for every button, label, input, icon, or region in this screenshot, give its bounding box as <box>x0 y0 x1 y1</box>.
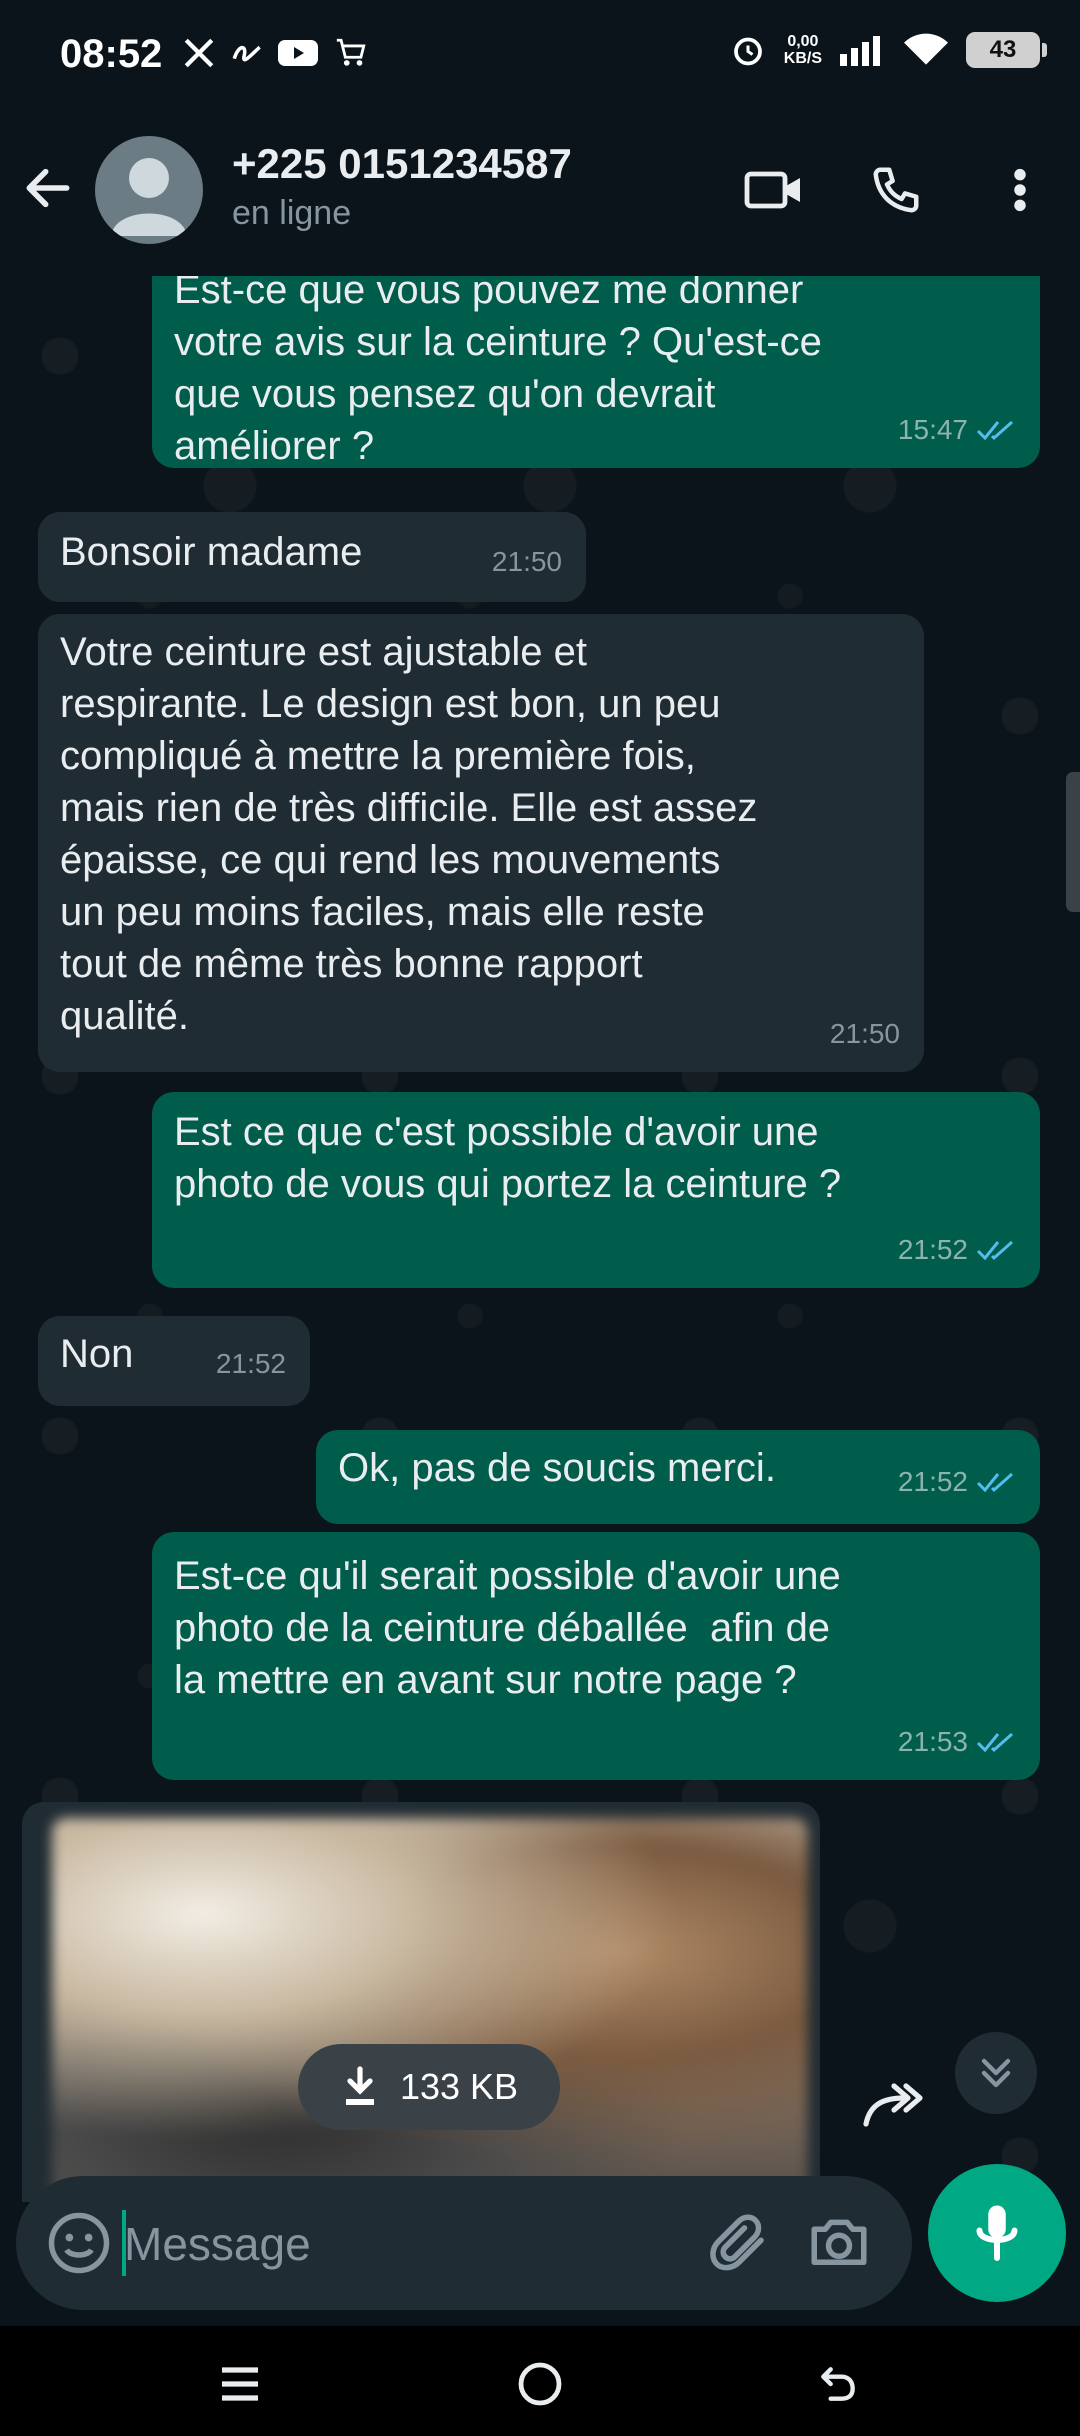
message-text: Bonsoir madame <box>60 530 363 574</box>
scroll-to-bottom-button[interactable] <box>955 2032 1037 2114</box>
menu-icon <box>222 2367 258 2401</box>
avatar[interactable] <box>95 136 203 244</box>
video-call-icon <box>744 171 800 209</box>
read-ticks-icon <box>976 1472 1013 1493</box>
image-message-bubble[interactable] <box>22 1802 820 2202</box>
message-meta: 21:50 <box>492 536 562 588</box>
netspeed-value: 0,00 <box>787 33 819 50</box>
read-ticks-icon <box>976 1732 1013 1753</box>
attachment-icon[interactable] <box>706 2210 772 2276</box>
video-call-button[interactable] <box>742 158 806 222</box>
message-bubble-outgoing[interactable]: Est-ce que vous pouvez me donner votre a… <box>152 276 1040 468</box>
x-app-icon <box>184 38 214 68</box>
message-bubble-incoming[interactable]: Non 21:52 <box>38 1316 310 1406</box>
download-button[interactable]: 133 KB <box>298 2044 560 2130</box>
message-input[interactable] <box>122 2206 686 2282</box>
microphone-icon <box>976 2205 1018 2261</box>
download-icon <box>345 2066 374 2105</box>
wifi-icon <box>904 33 948 65</box>
emoji-icon[interactable] <box>46 2210 112 2276</box>
message-bubble-outgoing[interactable]: Ok, pas de soucis merci. 21:52 <box>316 1430 1040 1524</box>
more-options-icon <box>1014 168 1026 212</box>
message-bubble-outgoing[interactable]: Est-ce qu'il serait possible d'avoir une… <box>152 1532 1040 1780</box>
message-meta: 15:47 <box>898 404 1016 456</box>
message-meta: 21:53 <box>898 1716 1016 1768</box>
message-time: 21:52 <box>897 1466 968 1497</box>
home-circle-icon <box>518 2362 562 2406</box>
alarm-icon <box>733 37 762 66</box>
text-cursor <box>122 2210 126 2276</box>
blurred-image-preview[interactable] <box>52 1818 808 2202</box>
chat-header: +225 0151234587 en ligne <box>0 118 1080 276</box>
more-options-button[interactable] <box>988 158 1052 222</box>
contact-name[interactable]: +225 0151234587 <box>232 140 572 188</box>
message-meta: 21:52 <box>898 1224 1016 1276</box>
message-meta: 21:52 <box>216 1338 286 1390</box>
scrollbar-thumb[interactable] <box>1066 772 1080 912</box>
system-navigation-bar <box>0 2326 1080 2436</box>
recent-apps-button[interactable] <box>210 2354 270 2414</box>
message-time: 21:50 <box>491 546 562 577</box>
message-time: 21:52 <box>897 1234 968 1265</box>
double-chevron-down-icon <box>981 2058 1011 2088</box>
download-size: 133 KB <box>399 2066 519 2107</box>
message-time: 15:47 <box>897 414 968 445</box>
signal-icon <box>840 36 880 66</box>
default-avatar-icon <box>111 158 187 236</box>
network-speed: 0,00 KB/S <box>784 33 822 67</box>
youtube-icon <box>278 40 318 66</box>
voice-call-button[interactable] <box>864 158 928 222</box>
message-text: Est-ce que vous pouvez me donner votre a… <box>174 276 822 468</box>
read-ticks-icon <box>976 1240 1013 1261</box>
home-button[interactable] <box>510 2354 570 2414</box>
voice-message-button[interactable] <box>928 2164 1066 2302</box>
read-ticks-icon <box>976 420 1013 441</box>
battery-indicator: 43 <box>966 32 1047 68</box>
back-arrow-icon[interactable] <box>20 160 76 216</box>
message-bubble-outgoing[interactable]: Est ce que c'est possible d'avoir une ph… <box>152 1092 1040 1288</box>
camera-icon[interactable] <box>806 2210 872 2276</box>
message-time: 21:53 <box>897 1726 968 1757</box>
message-bubble-incoming[interactable]: Votre ceinture est ajustable et respiran… <box>38 614 924 1072</box>
back-icon <box>821 2367 855 2401</box>
message-text: Votre ceinture est ajustable et respiran… <box>60 630 758 1038</box>
clock: 08:52 <box>60 32 163 76</box>
message-time: 21:52 <box>215 1348 286 1379</box>
back-button[interactable] <box>808 2354 868 2414</box>
app-notification-icon <box>232 45 261 62</box>
message-text: Est-ce qu'il serait possible d'avoir une… <box>174 1554 841 1702</box>
message-time: 21:50 <box>829 1018 900 1049</box>
message-text: Est ce que c'est possible d'avoir une ph… <box>174 1110 842 1206</box>
netspeed-unit: KB/S <box>783 50 822 67</box>
message-meta: 21:52 <box>898 1456 1016 1508</box>
message-meta: 21:50 <box>830 1008 900 1060</box>
message-composer <box>16 2176 912 2310</box>
system-icons: 0,00 KB/S 43 <box>730 32 1047 68</box>
shopping-cart-icon <box>336 38 366 66</box>
voice-call-icon <box>873 167 919 213</box>
contact-status: en ligne <box>232 194 352 232</box>
forward-icon[interactable] <box>860 2080 926 2130</box>
message-bubble-incoming[interactable]: Bonsoir madame 21:50 <box>38 512 586 602</box>
notification-icons <box>182 36 370 70</box>
status-bar: 08:52 0,00 KB/S 43 <box>0 0 1080 118</box>
